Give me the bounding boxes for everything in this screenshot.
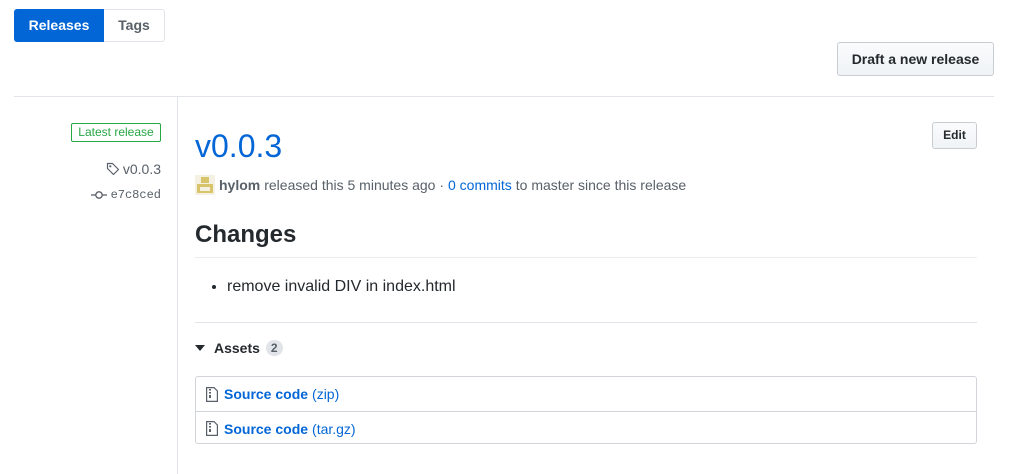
author-link[interactable]: hylom — [219, 177, 260, 193]
asset-name[interactable]: Source code — [224, 421, 308, 437]
assets-label: Assets — [214, 340, 260, 356]
asset-row-zip[interactable]: Source code (zip) — [196, 377, 976, 411]
changes-heading: Changes — [195, 221, 297, 248]
changes-divider — [195, 257, 977, 258]
assets-toggle[interactable]: Assets 2 — [195, 340, 283, 356]
git-commit-icon — [90, 191, 107, 199]
tab-tags[interactable]: Tags — [104, 9, 165, 42]
asset-ext[interactable]: (tar.gz) — [312, 421, 356, 437]
sidebar-commit-link[interactable]: e7c8ced — [90, 188, 161, 202]
release-title-link[interactable]: v0.0.3 — [195, 124, 282, 168]
list-item: remove invalid DIV in index.html — [227, 276, 456, 298]
release-meta: hylom released this 5 minutes ago · 0 co… — [195, 175, 686, 195]
sidebar-commit-sha: e7c8ced — [110, 188, 161, 202]
draft-new-release-button[interactable]: Draft a new release — [837, 42, 994, 76]
file-zip-icon — [206, 421, 218, 436]
latest-release-badge: Latest release — [71, 123, 161, 142]
assets-divider — [195, 322, 977, 323]
file-zip-icon — [206, 386, 218, 402]
released-text: released this 5 minutes ago · — [264, 177, 444, 193]
changes-list: remove invalid DIV in index.html — [195, 276, 456, 298]
commits-suffix: to master since this release — [515, 177, 687, 193]
tab-releases[interactable]: Releases — [14, 9, 104, 42]
sidebar-tag-label: v0.0.3 — [122, 161, 161, 177]
avatar[interactable] — [195, 175, 215, 195]
asset-row-targz[interactable]: Source code (tar.gz) — [196, 411, 976, 445]
edit-release-button[interactable]: Edit — [932, 122, 977, 149]
header-divider — [14, 96, 994, 97]
sidebar-divider — [177, 96, 178, 474]
asset-name[interactable]: Source code — [224, 386, 308, 402]
commits-link[interactable]: 0 commits — [448, 177, 512, 193]
tag-icon — [106, 162, 119, 176]
caret-down-icon — [195, 345, 205, 351]
releases-tags-subnav: Releases Tags — [14, 9, 165, 42]
assets-count-badge: 2 — [265, 340, 283, 356]
assets-list: Source code (zip) Source code (tar.gz) — [195, 376, 977, 444]
sidebar-tag-link[interactable]: v0.0.3 — [106, 161, 161, 177]
asset-ext[interactable]: (zip) — [312, 386, 339, 402]
